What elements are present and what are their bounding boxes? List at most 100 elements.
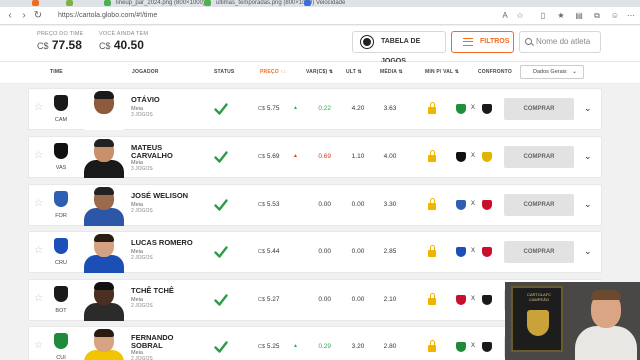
comprar-button[interactable]: Comprar [504, 146, 574, 168]
last-score: 0.00 [351, 296, 365, 303]
team-crest-icon [54, 238, 68, 254]
player-games: 3 jogos [131, 112, 153, 118]
price-variation: 0.69 [318, 153, 331, 160]
price-variation: 0.00 [318, 248, 331, 255]
filtros-label: Filtros [480, 38, 510, 45]
player-row[interactable]: ☆ FOR José Welison Meia 2 jogos C$ 5.53 … [28, 184, 602, 226]
dados-gerais-value: Dados Gerais [533, 69, 567, 75]
player-row[interactable]: ☆ CRU Lucas Romero Meia 2 jogos C$ 5.44 … [28, 231, 602, 273]
browser-tabbar: lineup_par_2024.png (800×1000) ultimas_te… [0, 0, 640, 7]
last-score: 3.20 [351, 343, 365, 350]
team-crest-icon [54, 191, 68, 207]
browser-tab[interactable]: Velocidade [300, 0, 345, 7]
comprar-button[interactable]: Comprar [504, 98, 574, 120]
versus-label: X [471, 296, 476, 302]
more-icon[interactable]: ⋯ [626, 11, 636, 21]
col-min-val[interactable]: Min p/ val ⇅ [425, 69, 459, 75]
col-preco[interactable]: Preço ↑↓ [260, 69, 286, 75]
home-team-crest-icon [456, 152, 466, 162]
browser-tab[interactable]: lineup_par_2024.png (800×1000) [100, 0, 205, 7]
forward-icon[interactable]: › [18, 10, 30, 22]
min-to-value-locked-icon [428, 245, 436, 257]
player-row[interactable]: ☆ CAM Otávio Meia 3 jogos C$ 5.75 ▲ 0.22… [28, 88, 602, 130]
comprar-button[interactable]: Comprar [504, 241, 574, 263]
tabela-de-jogos-button[interactable]: Tabela de jogos [352, 31, 446, 65]
browser-tab[interactable] [28, 0, 44, 7]
framed-poster: CARTOLAFC CAMPEÃO [511, 286, 563, 352]
favorite-star-icon[interactable]: ☆ [34, 294, 43, 304]
player-name[interactable]: Tchê Tchê [131, 287, 174, 295]
col-status[interactable]: Status [214, 69, 234, 75]
team-abbr: FOR [55, 213, 67, 219]
filtros-button[interactable]: Filtros [451, 31, 514, 53]
team-price-block: Preço do time C$ 77.58 [37, 31, 84, 52]
player-name[interactable]: Mateus Carvalho [131, 144, 173, 159]
soccer-ball-icon [361, 36, 373, 48]
average-score: 2.10 [383, 296, 397, 303]
player-price: C$ 5.25 [258, 343, 280, 350]
status-probable-check-icon [214, 246, 228, 258]
favorite-star-icon[interactable]: ☆ [515, 11, 525, 21]
home-team-crest-icon [456, 247, 466, 257]
team-abbr: BOT [55, 308, 67, 314]
versus-label: X [471, 248, 476, 254]
trophy-badge-icon [527, 310, 549, 336]
col-confronto[interactable]: Confronto [478, 69, 512, 75]
average-score: 3.63 [383, 105, 397, 112]
read-aloud-icon[interactable]: A [500, 11, 510, 21]
away-team-crest-icon [482, 152, 492, 162]
player-photo [81, 186, 127, 226]
player-photo [81, 328, 127, 360]
player-price: C$ 5.75 [258, 105, 280, 112]
last-score: 0.00 [351, 201, 365, 208]
chevron-down-icon[interactable]: ⌄ [584, 199, 592, 209]
average-score: 4.00 [383, 153, 397, 160]
min-to-value-locked-icon [428, 293, 436, 305]
split-screen-icon[interactable]: ▯ [538, 11, 548, 21]
athlete-search-input[interactable]: Nome do atleta [519, 31, 601, 53]
away-team-crest-icon [482, 104, 492, 114]
col-media[interactable]: Média ⇅ [380, 69, 403, 75]
favorite-star-icon[interactable]: ☆ [34, 151, 43, 161]
min-to-value-locked-icon [428, 150, 436, 162]
chevron-down-icon[interactable]: ⌄ [584, 103, 592, 113]
favorite-star-icon[interactable]: ☆ [34, 103, 43, 113]
chevron-down-icon[interactable]: ⌄ [584, 246, 592, 256]
comprar-button[interactable]: Comprar [504, 194, 574, 216]
player-name[interactable]: Lucas Romero [131, 239, 193, 247]
extensions-icon[interactable]: ⧉ [592, 11, 602, 21]
chevron-down-icon[interactable]: ⌄ [584, 151, 592, 161]
player-row[interactable]: ☆ VAS Mateus Carvalho Meia 3 jogos C$ 5.… [28, 136, 602, 178]
browser-tab[interactable]: ultimas_temporadas.png (800×1000) [200, 0, 314, 7]
home-team-crest-icon [456, 295, 466, 305]
remaining-budget-value: C$ 40.50 [99, 38, 144, 52]
favorite-star-icon[interactable]: ☆ [34, 341, 43, 351]
price-variation: 0.29 [318, 343, 331, 350]
player-price: C$ 5.27 [258, 296, 280, 303]
col-var[interactable]: Var(C$) ⇅ [306, 69, 333, 75]
browser-tab[interactable] [62, 0, 78, 7]
team-abbr: VAS [55, 165, 67, 171]
col-jogador[interactable]: Jogador [132, 69, 159, 75]
back-icon[interactable]: ‹ [4, 10, 16, 22]
col-ult[interactable]: Ult ⇅ [346, 69, 362, 75]
player-price: C$ 5.53 [258, 201, 280, 208]
player-name[interactable]: Fernando Sobral [131, 334, 174, 349]
market-header: Preço do time C$ 77.58 Você ainda tem C$… [0, 26, 640, 65]
url-field[interactable]: 🔒︎https://cartola.globo.com/#!/time [58, 10, 488, 32]
favorites-icon[interactable]: ★ [556, 11, 566, 21]
reload-icon[interactable]: ↻ [32, 10, 44, 22]
player-name[interactable]: Otávio [131, 96, 160, 104]
price-variation: 0.00 [318, 296, 331, 303]
favorite-star-icon[interactable]: ☆ [34, 199, 43, 209]
profile-icon[interactable]: ☺ [610, 11, 620, 21]
player-name[interactable]: José Welison [131, 192, 188, 200]
favorite-star-icon[interactable]: ☆ [34, 246, 43, 256]
collections-icon[interactable]: ▤ [574, 11, 584, 21]
col-time[interactable]: Time [50, 69, 63, 75]
tabela-de-jogos-label: Tabela de jogos [381, 38, 421, 65]
tab-favicon-icon [204, 0, 211, 6]
home-team-crest-icon [456, 104, 466, 114]
streamer-body [575, 326, 637, 360]
dados-gerais-select[interactable]: Dados Gerais ⌄ [520, 65, 584, 79]
